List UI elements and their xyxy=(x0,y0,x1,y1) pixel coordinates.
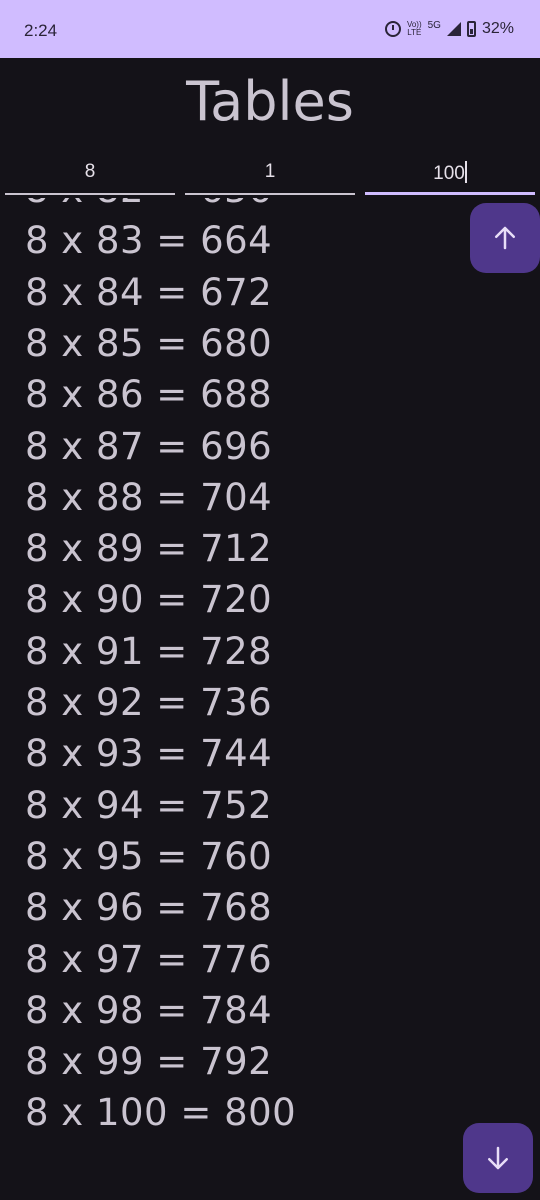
to-field-underline xyxy=(365,192,535,195)
table-row: 8 x 90 = 720 xyxy=(25,578,273,622)
number-field-underline xyxy=(5,193,175,195)
status-time: 2:24 xyxy=(24,21,58,40)
arrow-up-icon xyxy=(495,226,515,250)
to-field[interactable]: 100 xyxy=(365,155,535,195)
battery-icon xyxy=(466,21,476,37)
table-row: 8 x 83 = 664 xyxy=(25,219,273,263)
table-row: 8 x 100 = 800 xyxy=(25,1091,297,1135)
table-row: 8 x 95 = 760 xyxy=(25,834,273,878)
table-row: 8 x 82 = 656 xyxy=(25,198,272,211)
number-field[interactable]: 8 xyxy=(5,155,175,195)
table-row: 8 x 97 = 776 xyxy=(25,937,273,981)
table-row: 8 x 91 = 728 xyxy=(25,629,273,673)
table-row: 8 x 86 = 688 xyxy=(25,373,273,417)
table-row: 8 x 96 = 768 xyxy=(25,886,273,930)
status-bar: 2:24 Vo)) LTE 5G 32% xyxy=(0,0,540,58)
table-row: 8 x 84 = 672 xyxy=(25,270,273,314)
table-row: 8 x 99 = 792 xyxy=(25,1040,273,1084)
table-list[interactable]: 8 x 82 = 656 8 x 83 = 664 8 x 84 = 672 8 x … xyxy=(0,198,540,1200)
lte-label: LTE xyxy=(407,28,422,37)
table-row: 8 x 94 = 752 xyxy=(25,783,273,827)
number-field-value: 8 xyxy=(84,161,96,182)
table-row: 8 x 92 = 736 xyxy=(25,681,273,724)
table-row: 8 x 93 = 744 xyxy=(25,732,273,776)
alarm-icon xyxy=(384,21,401,37)
to-field-text: 100 xyxy=(365,161,535,185)
table-row: 8 x 89 = 712 xyxy=(25,527,273,571)
status-icons: Vo)) LTE 5G 32% xyxy=(384,19,514,38)
from-field-underline xyxy=(185,193,355,195)
table-row: 8 x 87 = 696 xyxy=(25,424,273,468)
from-field-value: 1 xyxy=(264,161,276,182)
scroll-down-button[interactable] xyxy=(463,1123,533,1193)
signal-icon xyxy=(446,22,461,36)
arrow-down-icon xyxy=(488,1146,508,1170)
network-indicator: Vo)) LTE xyxy=(407,21,422,37)
table-row: 8 x 98 = 784 xyxy=(25,988,273,1032)
network-type: 5G xyxy=(427,19,441,31)
scroll-up-button[interactable] xyxy=(470,203,540,273)
to-field-value: 100 xyxy=(433,163,465,184)
table-row: 8 x 85 = 680 xyxy=(25,321,273,365)
table-row: 8 x 88 = 704 xyxy=(25,475,273,519)
battery-percent: 32% xyxy=(481,20,514,37)
from-field[interactable]: 1 xyxy=(185,155,355,195)
page-title: Tables xyxy=(186,70,354,133)
text-cursor xyxy=(464,161,467,183)
